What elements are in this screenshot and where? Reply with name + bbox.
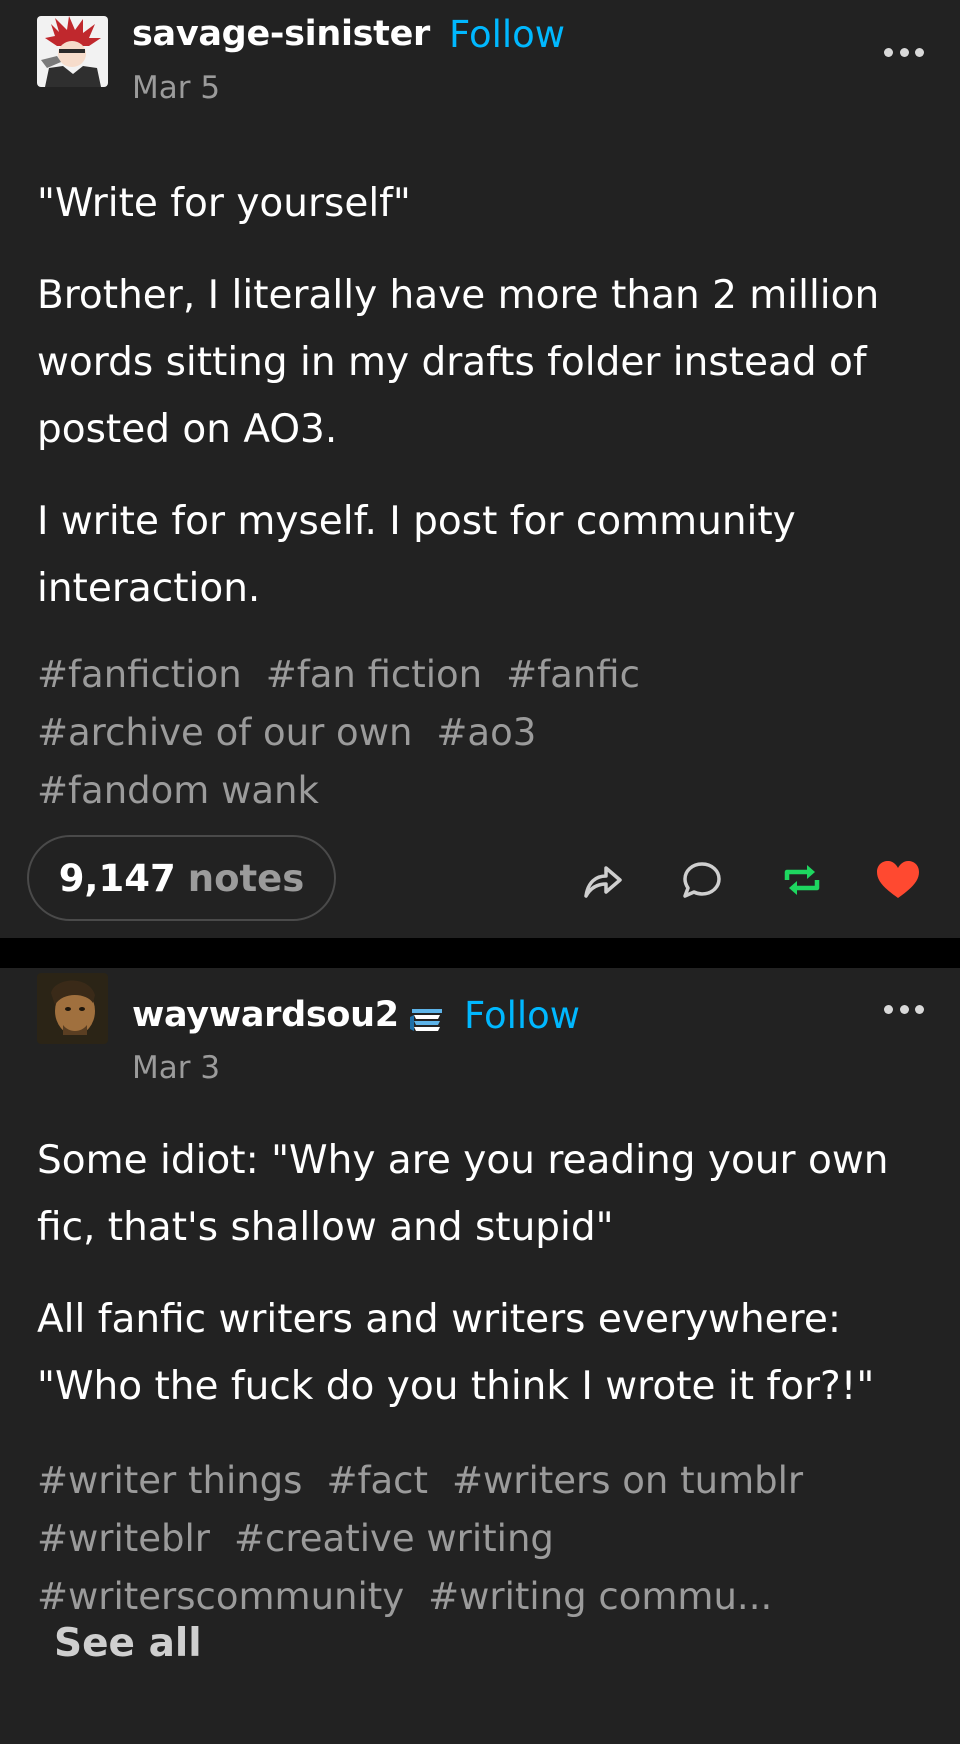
post-date: Mar 3 <box>132 1050 221 1086</box>
tag[interactable]: #writers on tumblr <box>452 1452 803 1510</box>
username[interactable]: waywardsou2 <box>132 995 399 1035</box>
post-body: "Write for yourself" Brother, I literall… <box>37 170 927 647</box>
tag[interactable]: #ao3 <box>436 704 536 762</box>
tag[interactable]: #writerscommunity <box>37 1568 404 1626</box>
post-card: savage-sinister Follow Mar 5 "Write for … <box>0 0 960 938</box>
post-paragraph: All fanfic writers and writers everywher… <box>37 1297 875 1409</box>
tag[interactable]: #fact <box>326 1452 428 1510</box>
tag[interactable]: #writer things <box>37 1452 302 1510</box>
tag[interactable]: #fan fiction <box>266 646 482 704</box>
tag[interactable]: #fanfiction <box>37 646 242 704</box>
tag[interactable]: #writing commu... <box>428 1568 772 1626</box>
tag[interactable]: #writeblr <box>37 1510 210 1568</box>
notes-button[interactable]: 9,147 notes <box>27 835 336 921</box>
tag[interactable]: #fanfic <box>506 646 640 704</box>
post-paragraph: Some idiot: "Why are you reading your ow… <box>37 1138 889 1250</box>
tag[interactable]: #creative writing <box>234 1510 554 1568</box>
more-icon[interactable] <box>884 999 924 1019</box>
tag[interactable]: #fandom wank <box>37 762 319 820</box>
tag[interactable]: #archive of our own <box>37 704 412 762</box>
post-card: waywardsou2 Follow Mar 3 Some idiot: "Wh… <box>0 968 960 1744</box>
share-icon[interactable] <box>578 856 626 904</box>
avatar-image <box>37 973 108 1044</box>
avatar-image <box>37 16 108 87</box>
post-date: Mar 5 <box>132 70 221 106</box>
more-icon[interactable] <box>884 42 924 62</box>
tag-list: #fanfiction #fan fiction #fanfic #archive o… <box>37 646 927 820</box>
username[interactable]: savage-sinister <box>132 14 430 54</box>
avatar[interactable] <box>37 973 108 1044</box>
reply-icon[interactable] <box>678 856 726 904</box>
heart-icon[interactable] <box>874 856 922 904</box>
follow-button[interactable]: Follow <box>464 994 580 1037</box>
see-all-button[interactable]: See all <box>54 1621 202 1666</box>
post-body: Some idiot: "Why are you reading your ow… <box>37 1127 927 1445</box>
notes-label: notes <box>187 856 305 900</box>
badge-icon[interactable] <box>408 1003 446 1037</box>
reblog-icon[interactable] <box>778 856 826 904</box>
avatar[interactable] <box>37 16 108 87</box>
notes-count: 9,147 <box>58 856 176 900</box>
tag-list: #writer things #fact #writers on tumblr #wr… <box>37 1452 927 1626</box>
post-paragraph: I write for myself. I post for community… <box>37 499 796 611</box>
post-paragraph: Brother, I literally have more than 2 mi… <box>37 273 880 452</box>
follow-button[interactable]: Follow <box>449 13 565 56</box>
post-paragraph: "Write for yourself" <box>37 181 411 226</box>
